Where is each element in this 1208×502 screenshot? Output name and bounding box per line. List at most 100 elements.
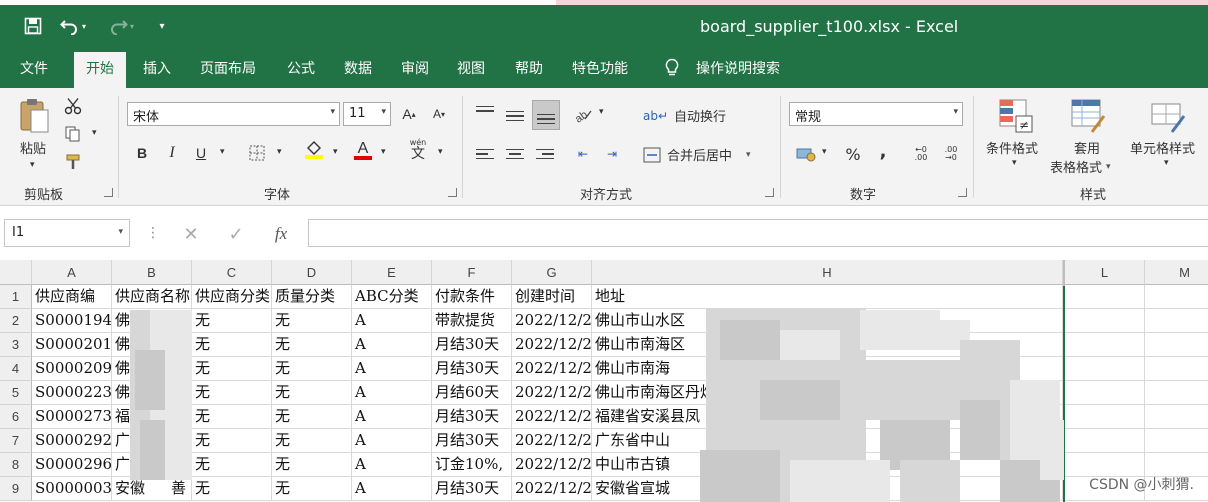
conditional-format-button[interactable]: 条件格式	[986, 138, 1038, 157]
supplier-category-cell[interactable]: 无	[192, 309, 272, 333]
supplier-code-cell[interactable]: S0000201	[32, 333, 112, 357]
cell[interactable]	[1145, 405, 1208, 429]
align-middle-icon[interactable]	[504, 105, 526, 127]
abc-category-cell[interactable]: A	[352, 357, 432, 381]
tab-insert[interactable]: 插入	[143, 58, 171, 78]
cell[interactable]	[1145, 381, 1208, 405]
comma-style-button[interactable]: ,	[872, 140, 894, 162]
quality-category-cell[interactable]: 无	[272, 309, 352, 333]
bold-button[interactable]: B	[131, 142, 153, 164]
decrease-decimal-icon[interactable]: .00 →0	[940, 143, 962, 165]
shrink-font-icon[interactable]: A ▾	[428, 103, 450, 125]
created-date-cell[interactable]: 2022/12/2	[512, 333, 592, 357]
column-header-g[interactable]: G	[512, 260, 592, 285]
cell[interactable]	[1065, 357, 1145, 381]
cell[interactable]	[1145, 333, 1208, 357]
column-header-l[interactable]: L	[1065, 260, 1145, 285]
supplier-category-cell[interactable]: 无	[192, 453, 272, 477]
font-launcher-icon[interactable]	[448, 188, 457, 197]
cell-styles-icon[interactable]	[1150, 98, 1186, 134]
cell[interactable]	[1145, 429, 1208, 453]
payment-terms-cell[interactable]: 月结30天	[432, 405, 512, 429]
align-bottom-icon[interactable]	[532, 100, 560, 130]
tab-home[interactable]: 开始	[74, 52, 126, 88]
quality-category-cell[interactable]: 无	[272, 333, 352, 357]
row-header-1[interactable]: 1	[0, 285, 32, 309]
alignment-launcher-icon[interactable]	[765, 188, 774, 197]
abc-category-cell[interactable]: A	[352, 333, 432, 357]
phonetic-guide-icon[interactable]: wén 文	[407, 138, 429, 161]
created-date-cell[interactable]: 2022/12/2	[512, 381, 592, 405]
copy-icon[interactable]	[62, 123, 84, 145]
supplier-category-cell[interactable]: 无	[192, 477, 272, 501]
font-color-dropdown-icon[interactable]: ▾	[381, 147, 386, 157]
quality-category-cell[interactable]: 无	[272, 357, 352, 381]
name-box[interactable]: I1 ▾	[4, 219, 130, 247]
row-header-7[interactable]: 7	[0, 429, 32, 453]
borders-dropdown-icon[interactable]: ▾	[277, 147, 282, 157]
payment-terms-cell[interactable]: 月结30天	[432, 429, 512, 453]
supplier-code-cell[interactable]: S0000194	[32, 309, 112, 333]
format-as-table-button[interactable]: 套用	[1074, 138, 1100, 157]
align-top-icon[interactable]	[474, 100, 496, 122]
save-icon[interactable]	[22, 15, 44, 37]
percent-button[interactable]: %	[842, 143, 864, 165]
created-date-cell[interactable]: 2022/12/2	[512, 453, 592, 477]
abc-category-cell[interactable]: A	[352, 477, 432, 501]
cell-styles-button[interactable]: 单元格样式	[1130, 138, 1195, 157]
copy-dropdown-icon[interactable]: ▾	[92, 128, 97, 138]
tab-special-features[interactable]: 特色功能	[572, 58, 628, 78]
tab-help[interactable]: 帮助	[515, 58, 543, 78]
row-header-4[interactable]: 4	[0, 357, 32, 381]
supplier-category-cell[interactable]: 无	[192, 357, 272, 381]
formula-input[interactable]	[308, 219, 1208, 247]
tab-review[interactable]: 审阅	[401, 58, 429, 78]
quality-category-cell[interactable]: 无	[272, 405, 352, 429]
quality-category-cell[interactable]: 无	[272, 429, 352, 453]
created-date-cell[interactable]: 2022/12/2	[512, 309, 592, 333]
cell-styles-dropdown-icon[interactable]: ▾	[1164, 158, 1169, 168]
quality-category-cell[interactable]: 无	[272, 381, 352, 405]
abc-category-cell[interactable]: A	[352, 429, 432, 453]
header-cell[interactable]: 地址	[592, 285, 1063, 309]
row-header-5[interactable]: 5	[0, 381, 32, 405]
cell[interactable]	[1065, 405, 1145, 429]
fill-color-icon[interactable]	[303, 139, 325, 161]
header-cell[interactable]: 供应商分类	[192, 285, 272, 309]
abc-category-cell[interactable]: A	[352, 453, 432, 477]
supplier-code-cell[interactable]: S0000292	[32, 429, 112, 453]
header-cell[interactable]: 供应商编	[32, 285, 112, 309]
tell-me-search[interactable]: 操作说明搜索	[664, 58, 780, 78]
font-size-select[interactable]: 11 ▾	[343, 102, 391, 126]
quality-category-cell[interactable]: 无	[272, 477, 352, 501]
paste-icon[interactable]	[18, 96, 52, 136]
cell[interactable]	[1145, 309, 1208, 333]
insert-function-icon[interactable]: fx	[270, 223, 292, 245]
select-all-corner[interactable]	[0, 260, 32, 285]
supplier-category-cell[interactable]: 无	[192, 333, 272, 357]
increase-decimal-icon[interactable]: ←0.00	[910, 143, 932, 165]
cell[interactable]	[1065, 333, 1145, 357]
abc-category-cell[interactable]: A	[352, 381, 432, 405]
font-color-icon[interactable]: A	[352, 139, 374, 161]
supplier-code-cell[interactable]: S0000223	[32, 381, 112, 405]
payment-terms-cell[interactable]: 带款提货	[432, 309, 512, 333]
created-date-cell[interactable]: 2022/12/2	[512, 429, 592, 453]
payment-terms-cell[interactable]: 月结60天	[432, 381, 512, 405]
align-left-icon[interactable]	[474, 143, 496, 165]
paste-dropdown-icon[interactable]: ▾	[30, 160, 35, 170]
abc-category-cell[interactable]: A	[352, 405, 432, 429]
created-date-cell[interactable]: 2022/12/2	[512, 357, 592, 381]
decrease-indent-icon[interactable]: ⇤	[572, 143, 594, 165]
column-header-b[interactable]: B	[112, 260, 192, 285]
phonetic-dropdown-icon[interactable]: ▾	[438, 147, 443, 157]
accounting-format-icon[interactable]	[792, 143, 822, 165]
created-date-cell[interactable]: 2022/12/2	[512, 405, 592, 429]
column-header-m[interactable]: M	[1145, 260, 1208, 285]
cell[interactable]	[1065, 429, 1145, 453]
quality-category-cell[interactable]: 无	[272, 453, 352, 477]
format-as-table-label[interactable]: 表格格式 ▾	[1050, 157, 1111, 176]
number-launcher-icon[interactable]	[958, 188, 967, 197]
merge-center-button[interactable]: 合并后居中 ▾	[643, 145, 751, 164]
fill-color-dropdown-icon[interactable]: ▾	[333, 147, 338, 157]
